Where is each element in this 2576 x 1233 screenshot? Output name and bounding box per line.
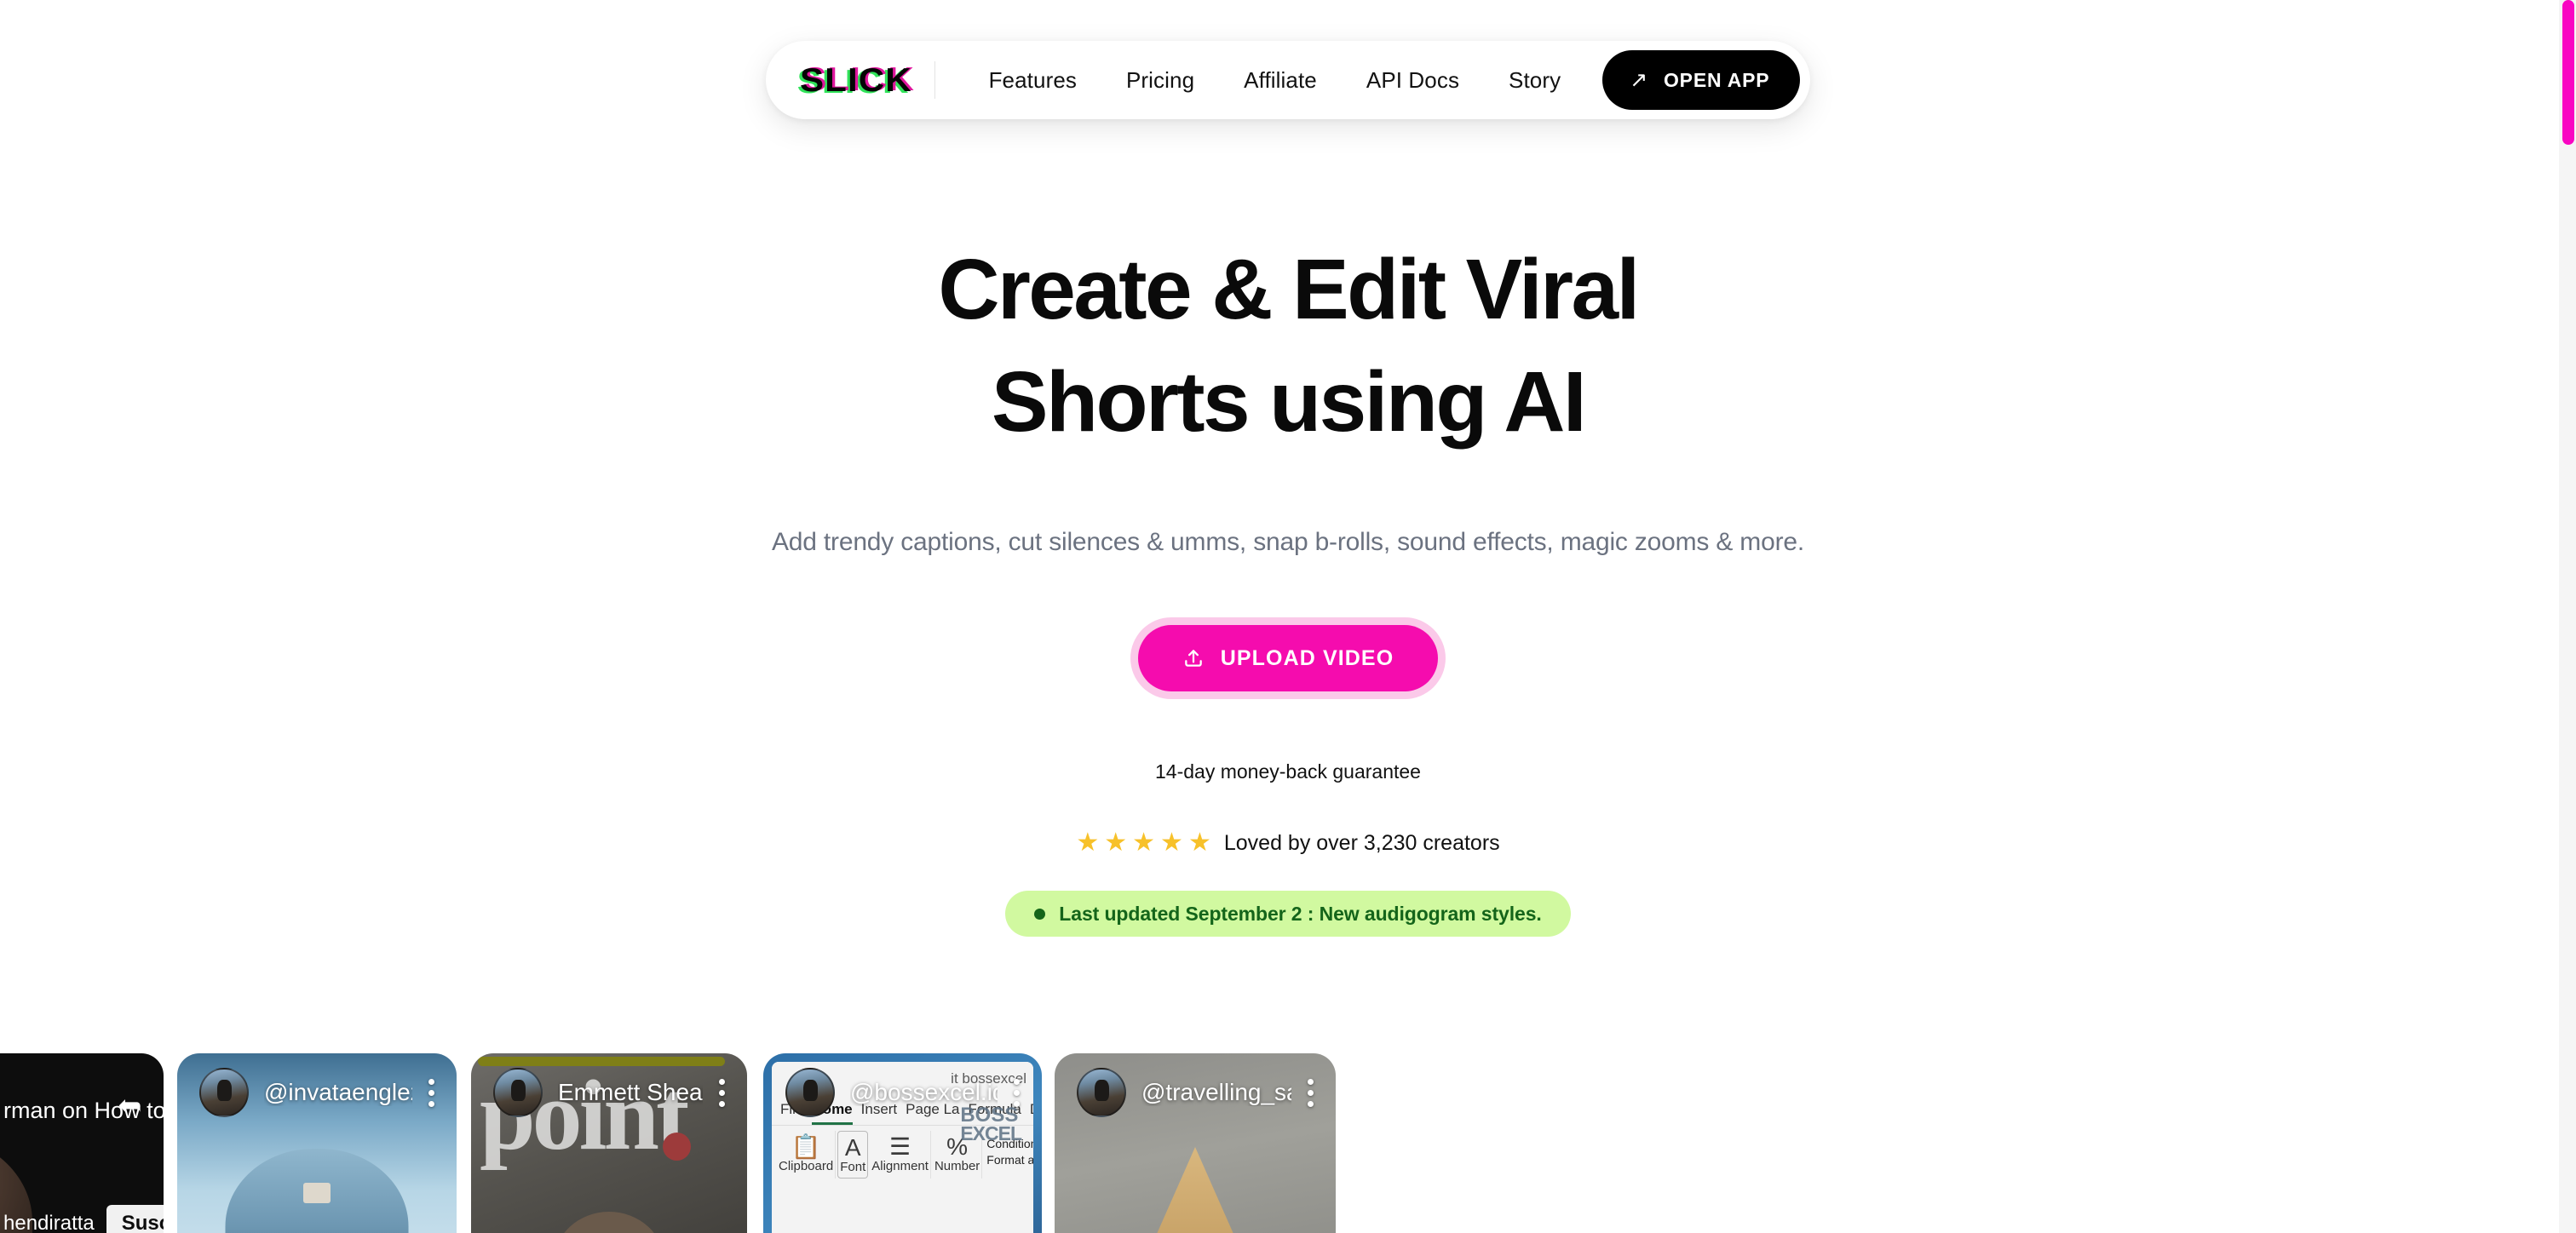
video-card-youtube[interactable]: rman on How to ➦ hendiratta Suscribirme [0,1053,164,1233]
alignment-icon: ☰ [889,1133,911,1160]
star-rating: ★ ★ ★ ★ ★ [1076,830,1211,856]
kebab-menu-icon[interactable] [718,1078,725,1107]
star-icon: ★ [1160,829,1183,857]
landing-page: SLICK SLICK SLICK Features Pricing Affil… [0,0,2576,1233]
channel-name: hendiratta [3,1212,95,1233]
avatar [493,1068,543,1117]
card-thumbnail-subject [554,1212,664,1233]
card-handle: @travelling_samosa [1141,1079,1291,1105]
excel-group-clipboard[interactable]: 📋 Clipboard [777,1131,837,1179]
open-app-label: OPEN APP [1663,68,1770,91]
card-header: @bossexcel.id [763,1053,1042,1132]
card-thumbnail-subject [1131,1147,1259,1233]
video-card-emmett-shear[interactable]: point Emmett Shear, new Op… [471,1053,747,1233]
card-handle: @bossexcel.id [850,1079,998,1105]
star-icon: ★ [1104,829,1128,857]
star-icon: ★ [1187,829,1211,857]
upload-icon [1182,647,1205,669]
rating-label: Loved by over 3,230 creators [1223,830,1500,855]
scrollbar-thumb[interactable] [2562,0,2574,145]
avatar [199,1068,249,1117]
kebab-menu-icon[interactable] [1013,1078,1020,1107]
nav-item-api-docs[interactable]: API Docs [1342,67,1484,94]
video-card-invataengleza[interactable]: @invataenglezacubrit… [177,1053,457,1233]
headline-line-2: Shorts using AI [991,354,1587,450]
format-as-table-item[interactable]: Format as Table ~ [986,1153,1033,1167]
open-app-button[interactable]: ↗ OPEN APP [1602,50,1801,110]
wordmark-dot [663,1133,691,1161]
card-handle: @invataenglezacubrit… [264,1079,412,1105]
channel-row: hendiratta Suscribirme [3,1205,164,1233]
video-showcase-strip: rman on How to ➦ hendiratta Suscribirme … [0,1053,2576,1233]
status-badge: Last updated September 2 : New audigogra… [1005,891,1571,937]
excel-group-font[interactable]: A Font [837,1131,869,1179]
font-icon: A [844,1134,861,1161]
subscribe-button[interactable]: Suscribirme [106,1205,164,1233]
nav-pill: SLICK SLICK SLICK Features Pricing Affil… [765,41,1811,119]
brand-logo[interactable]: SLICK SLICK SLICK [796,61,946,99]
avatar [1077,1068,1126,1117]
video-card-travelling-samosa[interactable]: @travelling_samosa [1055,1053,1336,1233]
kebab-menu-icon[interactable] [428,1078,434,1107]
headline-line-1: Create & Edit Viral [938,242,1640,337]
card-handle: Emmett Shear, new Op… [558,1079,703,1105]
logo-text: SLICK [799,61,912,99]
clipboard-icon: 📋 [791,1133,821,1160]
nav-item-story[interactable]: Story [1484,67,1585,94]
status-dot-icon [1034,908,1046,920]
rating-row: ★ ★ ★ ★ ★ Loved by over 3,230 creators [0,830,2576,856]
hero-subheading: Add trendy captions, cut silences & umms… [772,528,1804,556]
nav-item-affiliate[interactable]: Affiliate [1219,67,1342,94]
page-right-edge [2550,0,2559,1233]
navbar: SLICK SLICK SLICK Features Pricing Affil… [0,41,2576,119]
kebab-menu-icon[interactable] [1307,1078,1314,1107]
update-wrapper: Last updated September 2 : New audigogra… [0,891,2576,937]
upload-video-button[interactable]: UPLOAD VIDEO [1137,625,1439,691]
star-icon: ★ [1132,829,1156,857]
money-back-guarantee: 14-day money-back guarantee [1155,760,1421,783]
page-title: Create & Edit Viral Shorts using AI [0,247,2576,444]
page-scrollbar[interactable] [2559,0,2576,1233]
upload-video-label: UPLOAD VIDEO [1220,645,1394,670]
share-arrow-icon[interactable]: ➦ [118,1089,142,1121]
nav-item-features[interactable]: Features [964,67,1101,94]
cta-wrapper: UPLOAD VIDEO [0,625,2576,691]
star-icon: ★ [1076,829,1100,857]
arrow-up-right-icon: ↗ [1630,67,1648,92]
video-card-bossexcel[interactable]: it bossexcel File Home Insert Page La Fo… [763,1053,1042,1233]
excel-group-alignment[interactable]: ☰ Alignment [870,1131,931,1179]
avatar [785,1068,835,1117]
card-header: @invataenglezacubrit… [177,1053,457,1132]
beanie-tag [303,1183,331,1203]
status-badge-label: Last updated September 2 : New audigogra… [1059,902,1542,925]
nav-item-pricing[interactable]: Pricing [1101,67,1219,94]
nav-links: Features Pricing Affiliate API Docs Stor… [964,67,1586,94]
video-progress-bar[interactable] [478,1057,725,1066]
card-header: @travelling_samosa [1055,1053,1336,1132]
